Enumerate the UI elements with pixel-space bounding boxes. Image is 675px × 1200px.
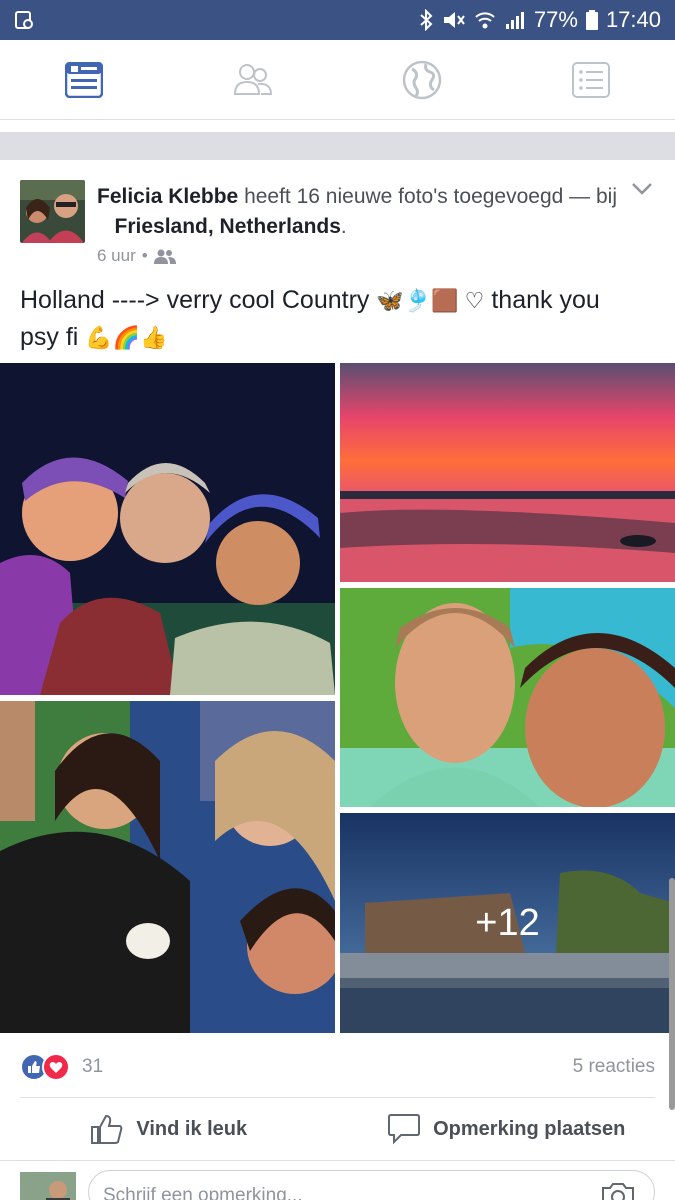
photo-group-night[interactable]	[0, 363, 335, 695]
camera-icon[interactable]	[600, 1181, 636, 1200]
photo-building-lake[interactable]: +12	[340, 813, 675, 1033]
globe-icon	[402, 60, 442, 99]
menu-list-icon	[571, 61, 610, 98]
friends-privacy-icon	[153, 249, 176, 264]
comment-bubble-icon	[388, 1114, 421, 1145]
tab-news-feed[interactable]	[0, 40, 169, 119]
scrollbar[interactable]	[669, 878, 675, 1110]
tab-friends[interactable]	[169, 40, 338, 119]
tab-notifications[interactable]	[338, 40, 507, 119]
comment-placeholder: Schrijf een opmerking...	[103, 1185, 303, 1200]
screenshot-notification-icon	[15, 11, 33, 29]
post-action: heeft 16 nieuwe foto's toegevoegd — bij	[244, 185, 617, 208]
my-avatar[interactable]	[20, 1172, 76, 1200]
chevron-down-icon[interactable]	[631, 182, 653, 196]
friends-icon	[234, 63, 273, 95]
comment-divider	[0, 1160, 675, 1161]
author-name[interactable]: Felicia Klebbe	[97, 185, 238, 208]
feed-spacer	[0, 120, 675, 132]
feed-separator	[0, 132, 675, 160]
post-meta: 6 uur •	[97, 246, 176, 266]
location-link[interactable]: Friesland, Netherlands	[115, 215, 341, 238]
like-button[interactable]: Vind ik leuk	[0, 1098, 338, 1160]
message-emoji-2: 💪🌈👍	[85, 325, 168, 350]
photo-selfie-tent[interactable]	[340, 588, 675, 807]
photo-sunset-wadden[interactable]	[340, 363, 675, 582]
message-line2: psy fi	[20, 323, 79, 351]
feed-post: Felicia Klebbe heeft 16 nieuwe foto's to…	[0, 160, 675, 1200]
mute-icon	[443, 12, 465, 28]
comment-label: Opmerking plaatsen	[433, 1117, 626, 1140]
status-bar: 77% 17:40	[0, 0, 675, 40]
comment-input[interactable]: Schrijf een opmerking...	[88, 1170, 655, 1200]
wifi-icon	[475, 12, 495, 29]
message-line1: Holland ----> verry cool Country	[20, 286, 370, 314]
message-line1-end: thank you	[491, 286, 600, 314]
signal-icon	[505, 12, 524, 29]
location-suffix: .	[340, 215, 347, 238]
like-label: Vind ik leuk	[136, 1117, 248, 1140]
reaction-count: 31	[82, 1056, 104, 1077]
thumbs-up-icon	[91, 1114, 123, 1144]
top-tab-bar	[0, 40, 675, 120]
meta-separator: •	[141, 246, 148, 265]
post-header: Felicia Klebbe heeft 16 nieuwe foto's to…	[97, 182, 617, 242]
clock: 17:40	[605, 7, 661, 32]
battery-icon	[585, 10, 598, 30]
tab-menu[interactable]	[506, 40, 675, 119]
post-time[interactable]: 6 uur	[97, 246, 136, 266]
photo-group-women[interactable]	[0, 701, 335, 1033]
author-avatar[interactable]	[20, 180, 85, 243]
post-message: Holland ----> verry cool Country 🦋🎐🟫 ♡ t…	[20, 282, 660, 356]
battery-percent: 77%	[533, 7, 578, 32]
status-right: 77% 17:40	[418, 7, 661, 33]
news-feed-icon	[65, 61, 104, 98]
message-emoji-1: 🦋🎐🟫 ♡	[376, 288, 485, 313]
love-reaction-icon	[42, 1053, 70, 1081]
reactions-summary[interactable]: 31	[20, 1053, 103, 1081]
comments-count[interactable]: 5 reacties	[573, 1056, 655, 1078]
post-actions: Vind ik leuk Opmerking plaatsen	[0, 1098, 675, 1160]
more-photos-overlay[interactable]: +12	[340, 813, 675, 1033]
comment-button[interactable]: Opmerking plaatsen	[338, 1098, 675, 1160]
bluetooth-icon	[420, 9, 433, 31]
